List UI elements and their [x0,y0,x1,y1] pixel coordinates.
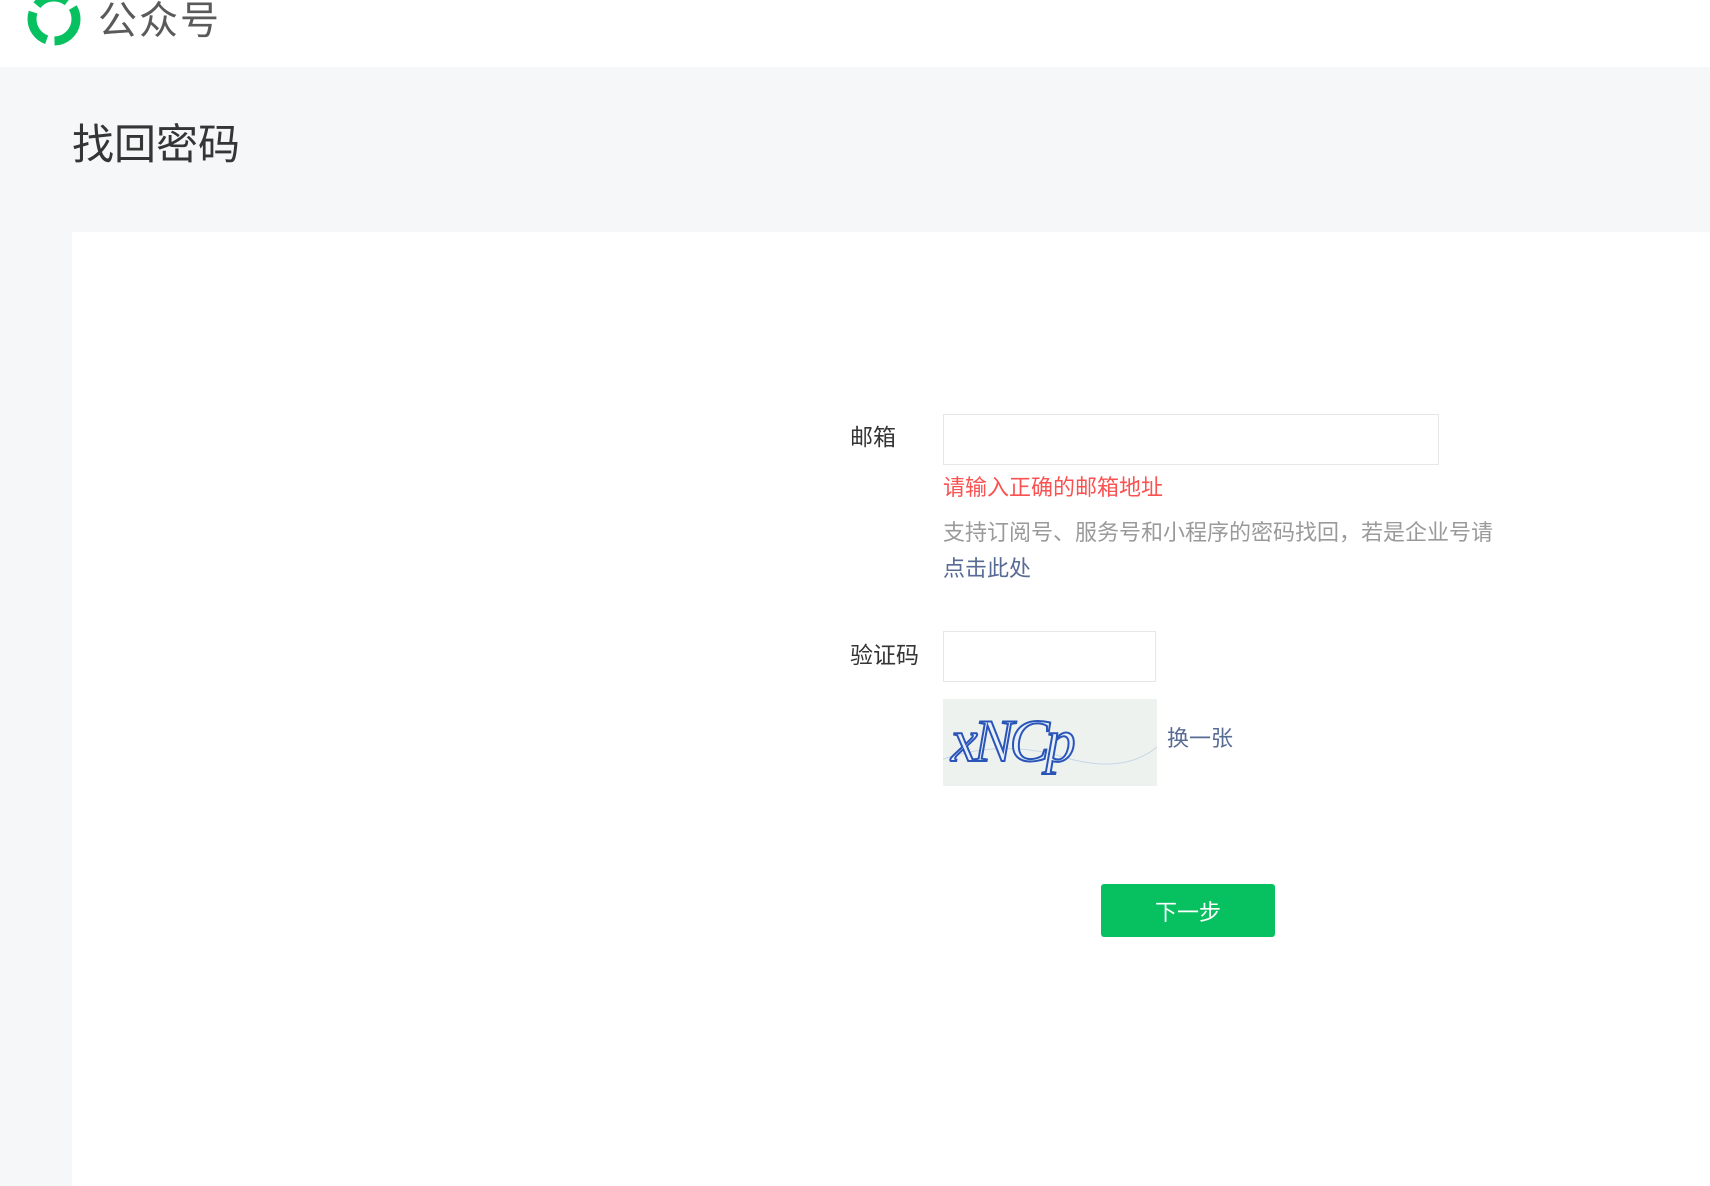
brand-name[interactable]: 公众号 [98,0,221,44]
captcha-text: xNCp [950,708,1075,774]
support-tip: 支持订阅号、服务号和小程序的密码找回，若是企业号请 点击此处 [943,516,1563,588]
support-tip-text: 支持订阅号、服务号和小程序的密码找回，若是企业号请 [943,521,1494,546]
captcha-input[interactable] [943,631,1156,682]
captcha-image: xNCp [943,699,1157,786]
email-label: 邮箱 [850,425,896,451]
email-input[interactable] [943,414,1439,465]
refresh-captcha-link[interactable]: 换一张 [1167,724,1233,756]
page-title: 找回密码 [72,120,241,169]
email-error-message: 请输入正确的邮箱地址 [943,476,1164,501]
wechat-official-account-logo-icon[interactable] [26,0,82,47]
enterprise-link[interactable]: 点击此处 [943,557,1031,582]
form-card [72,232,1710,1186]
top-bar: 公众号 [0,0,1710,67]
captcha-label: 验证码 [850,643,919,669]
next-step-button[interactable]: 下一步 [1101,884,1275,937]
